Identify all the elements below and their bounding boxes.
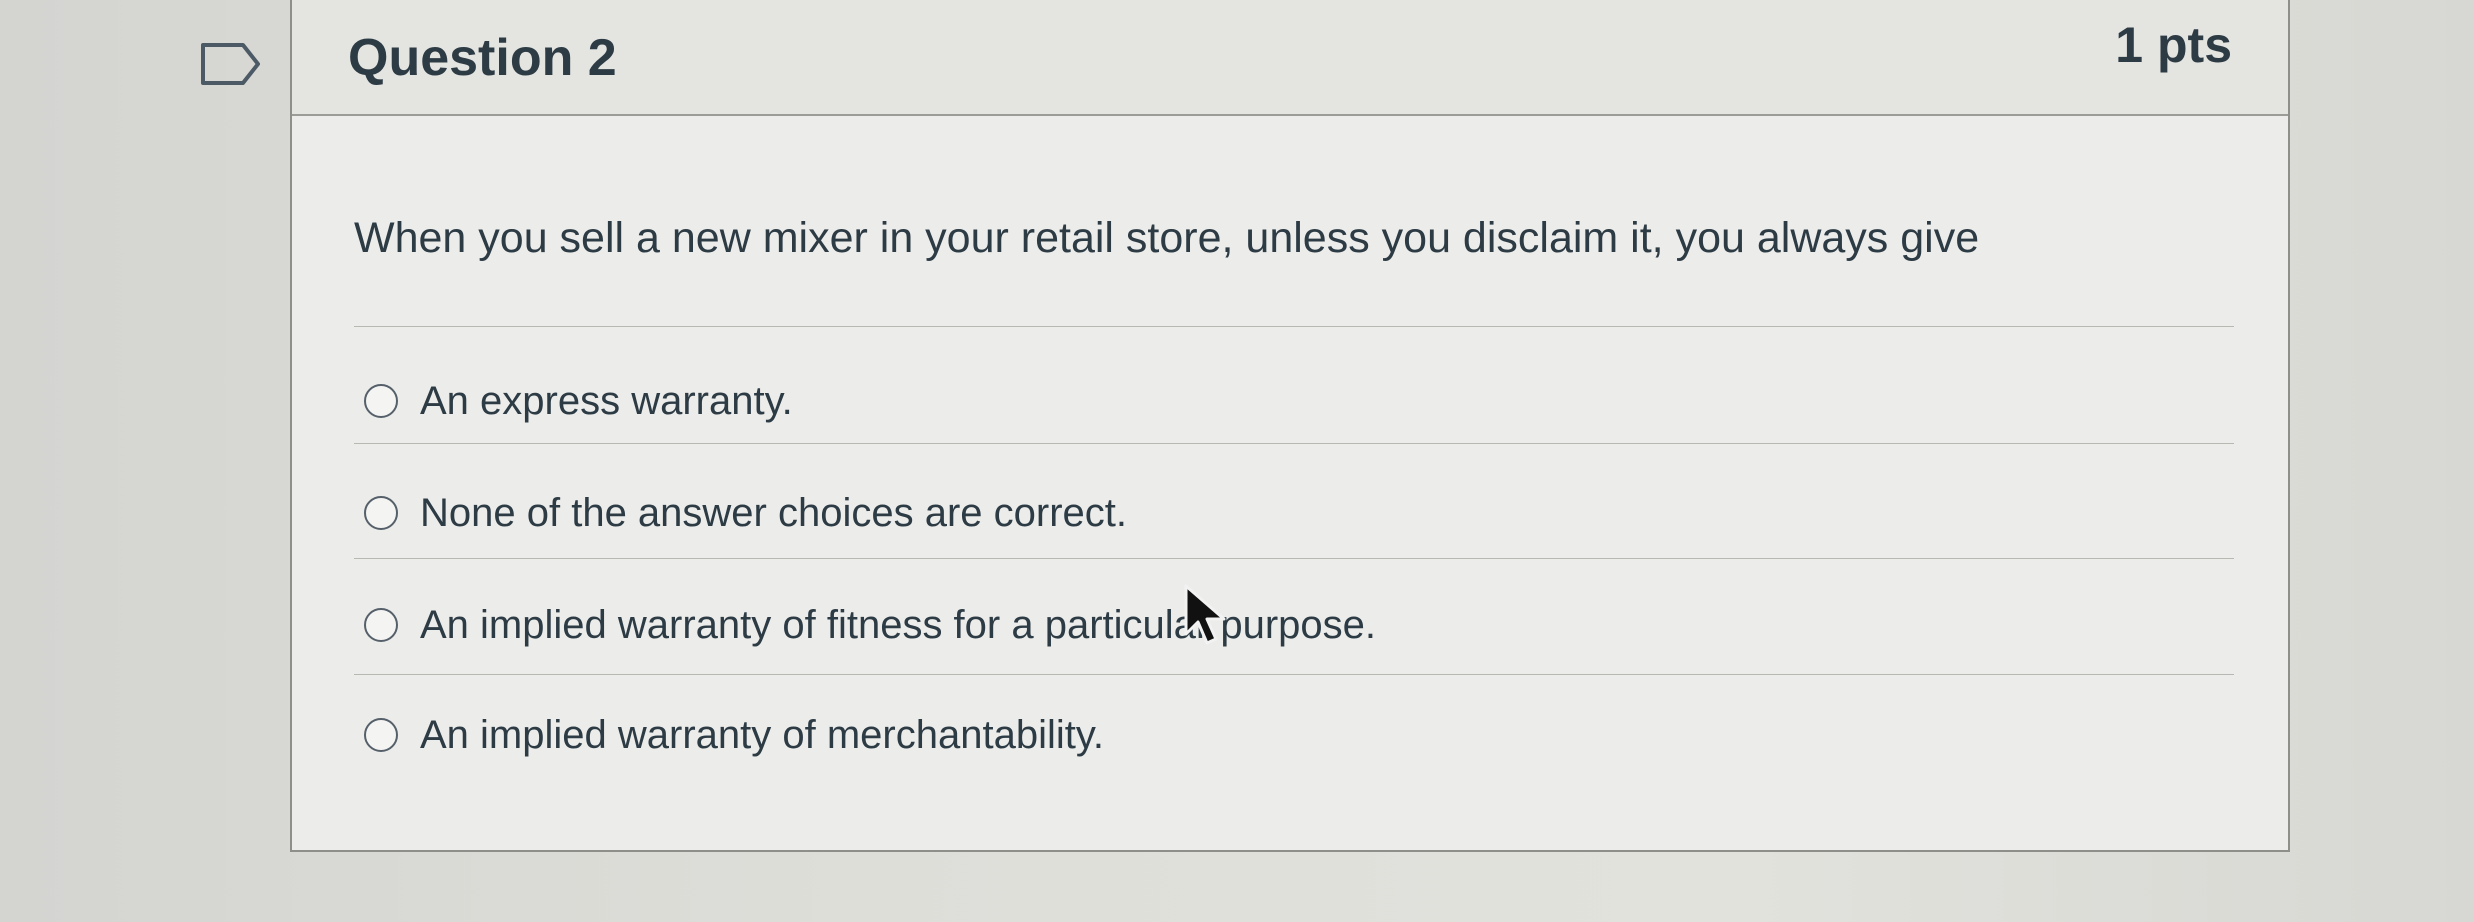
answer-option[interactable]: An express warranty. bbox=[354, 364, 2234, 438]
question-prompt: When you sell a new mixer in your retail… bbox=[354, 214, 1980, 262]
radio-button[interactable] bbox=[364, 384, 398, 418]
answer-divider bbox=[354, 326, 2234, 327]
radio-button[interactable] bbox=[364, 496, 398, 530]
question-title: Question 2 bbox=[348, 29, 617, 87]
question-points: 1 pts bbox=[2115, 17, 2232, 73]
answer-option[interactable]: An implied warranty of merchantability. bbox=[354, 698, 2234, 772]
answer-divider bbox=[354, 443, 2234, 444]
answer-label: None of the answer choices are correct. bbox=[420, 490, 1128, 535]
answer-divider bbox=[354, 558, 2234, 559]
answer-option[interactable]: An implied warranty of fitness for a par… bbox=[354, 588, 2234, 662]
answer-option[interactable]: None of the answer choices are correct. bbox=[354, 476, 2234, 550]
quiz-page: Question 2 1 pts When you sell a new mix… bbox=[0, 0, 2474, 922]
flag-question-icon[interactable] bbox=[200, 42, 262, 86]
radio-button[interactable] bbox=[364, 608, 398, 642]
radio-button[interactable] bbox=[364, 718, 398, 752]
answer-label: An implied warranty of merchantability. bbox=[420, 712, 1104, 757]
answer-label: An express warranty. bbox=[420, 378, 793, 423]
answer-label: An implied warranty of fitness for a par… bbox=[420, 602, 1376, 647]
question-card: Question 2 1 pts When you sell a new mix… bbox=[290, 0, 2290, 852]
answer-divider bbox=[354, 674, 2234, 675]
question-header: Question 2 1 pts bbox=[292, 0, 2288, 116]
